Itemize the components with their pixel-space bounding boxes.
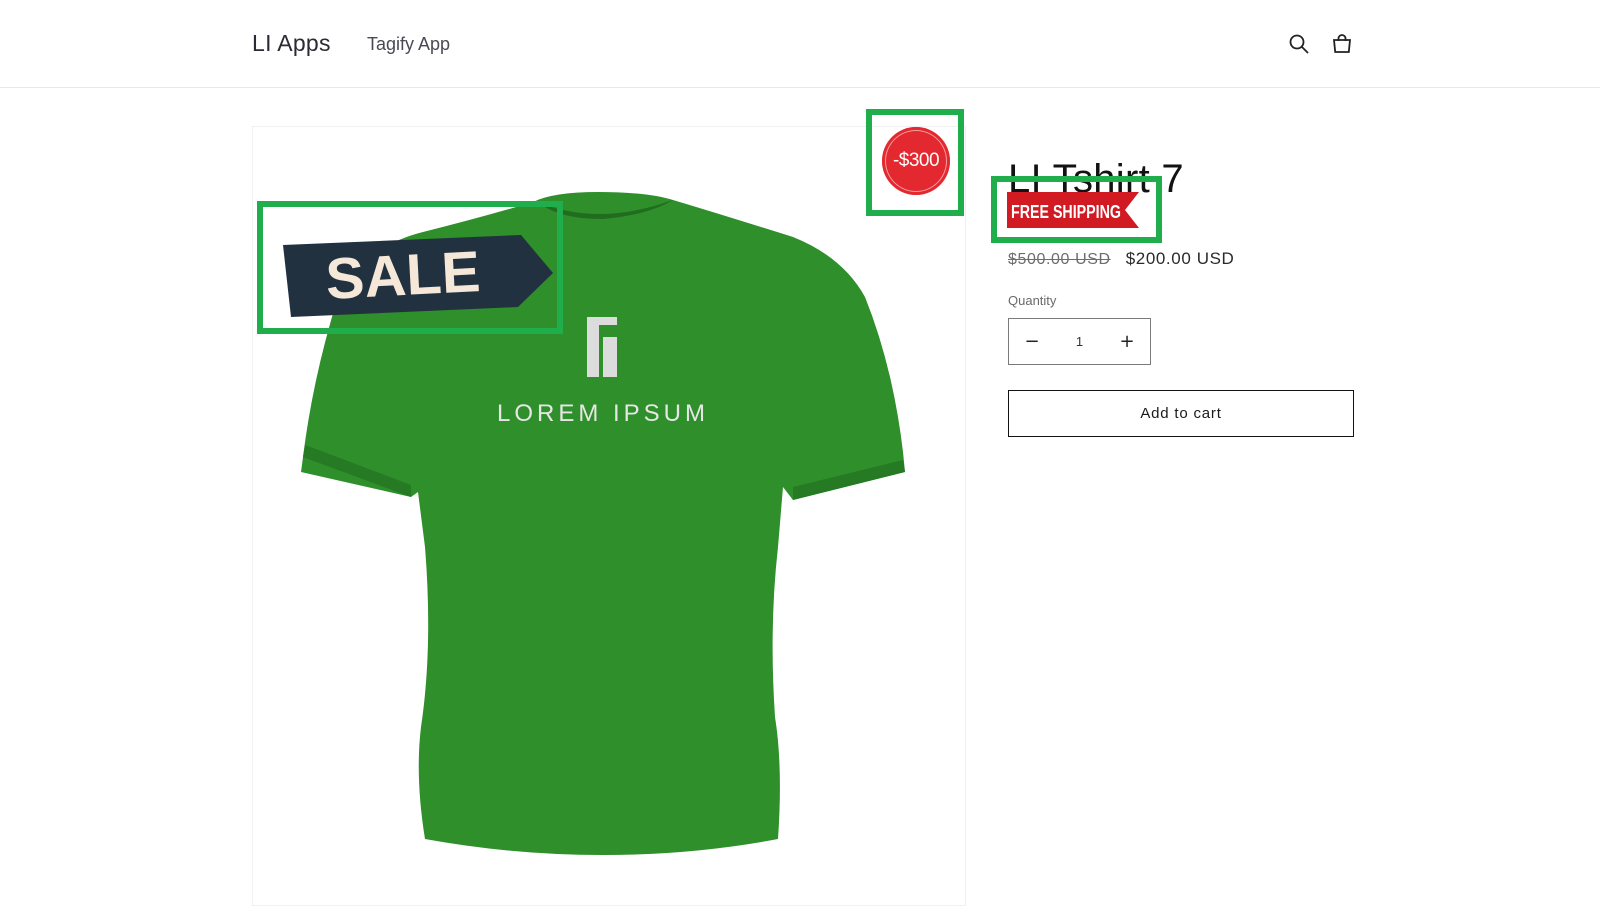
discount-badge-frame[interactable]: -$300 — [866, 109, 964, 216]
quantity-decrease-button[interactable]: − — [1009, 319, 1055, 364]
price-row: $500.00 USD $200.00 USD — [1008, 249, 1234, 269]
free-shipping-text: FREE SHIPPING — [1011, 202, 1121, 222]
search-icon[interactable] — [1287, 32, 1311, 56]
quantity-stepper: − + — [1008, 318, 1151, 365]
discount-badge: -$300 — [882, 127, 950, 195]
quantity-label: Quantity — [1008, 293, 1057, 308]
price-regular: $500.00 USD — [1008, 251, 1111, 268]
quantity-input[interactable] — [1055, 319, 1104, 364]
free-shipping-ribbon: FREE SHIPPING — [1007, 192, 1139, 228]
sale-badge-frame[interactable]: SALE — [257, 201, 563, 334]
cart-icon[interactable] — [1330, 32, 1354, 56]
price-sale: $200.00 USD — [1125, 249, 1235, 268]
site-header: LI Apps Tagify App — [0, 0, 1600, 88]
sale-text: SALE — [324, 239, 482, 312]
quantity-increase-button[interactable]: + — [1104, 319, 1150, 364]
nav-link-tagify-app[interactable]: Tagify App — [367, 34, 450, 55]
sale-tag: SALE — [283, 235, 553, 317]
tshirt-print-text: LOREM IPSUM — [497, 400, 709, 427]
free-shipping-badge-frame[interactable]: FREE SHIPPING — [991, 176, 1162, 243]
brand-name[interactable]: LI Apps — [252, 30, 331, 57]
add-to-cart-button[interactable]: Add to cart — [1008, 390, 1354, 437]
